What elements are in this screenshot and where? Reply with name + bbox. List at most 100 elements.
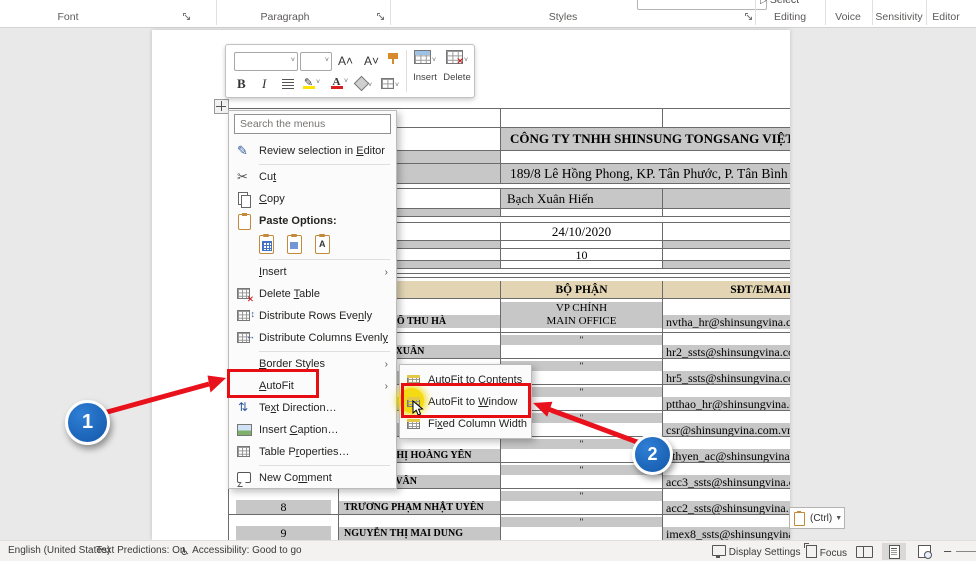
ribbon-group-editing: Editing [774, 11, 806, 23]
email-cell[interactable]: acc3_ssts@shinsungvina.com [663, 463, 790, 488]
web-layout-button[interactable] [912, 543, 936, 560]
table-cell[interactable] [663, 109, 790, 127]
ribbon-group-font: Font [57, 11, 78, 23]
table-cell[interactable] [501, 151, 790, 163]
employee-name-cell[interactable]: NGUYỄN THỊ MAI DUNG [339, 515, 501, 540]
table-cell[interactable] [663, 223, 790, 240]
table-move-handle-icon[interactable] [214, 99, 229, 114]
menu-item-cut[interactable]: Cut [229, 166, 396, 188]
table-row[interactable]: 9NGUYỄN THỊ MAI DUNG"imex8_ssts@shinsung… [229, 515, 790, 540]
menu-item-delete-table[interactable]: Delete Table [229, 283, 396, 305]
group-separator [825, 0, 826, 25]
font-color-button[interactable]: A˅ [330, 76, 348, 89]
menu-item-label: Insert [259, 266, 287, 278]
delete-table-button[interactable]: ˅ Delete [442, 50, 472, 83]
highlighter-button[interactable]: ✎˅ [302, 76, 320, 89]
date-cell[interactable]: 24/10/2020 [501, 223, 663, 240]
table-cell[interactable] [501, 261, 663, 268]
department-cell[interactable]: " [501, 489, 663, 514]
header-email-cell[interactable]: SĐT/EMAIL [663, 281, 790, 298]
shading-button[interactable]: ˅ [356, 78, 372, 92]
zoom-slider[interactable] [956, 551, 976, 552]
email-cell[interactable]: hr2_ssts@shinsungvina.com [663, 333, 790, 358]
group-separator [755, 0, 756, 25]
paragraph-dialog-launcher-icon[interactable] [376, 12, 386, 22]
table-cell[interactable] [663, 209, 790, 216]
table-cell[interactable] [663, 249, 790, 260]
table-cell[interactable] [663, 189, 790, 208]
menu-item-distribute-rows-evenly[interactable]: Distribute Rows Evenly [229, 305, 396, 327]
table-cell[interactable] [501, 109, 663, 127]
email-cell[interactable]: hr5_ssts@shinsungvina.com [663, 359, 790, 384]
department-cell[interactable]: " [501, 333, 663, 358]
focus-icon [806, 545, 817, 558]
styles-gallery-fragment [637, 0, 767, 10]
paste-text-only-icon[interactable]: A [313, 235, 332, 254]
menu-item-label: Table Properties… [259, 446, 350, 458]
paste-options-ctrl-button[interactable]: (Ctrl) ▼ [789, 507, 845, 529]
zoom-out-button[interactable]: – [944, 543, 951, 558]
email-cell[interactable]: nthyen_ac@shinsungvina.com [663, 437, 790, 462]
menu-item-label: Copy [259, 193, 285, 205]
menu-item-label: Delete Table [259, 288, 320, 300]
table-cell[interactable] [663, 241, 790, 248]
email-cell[interactable]: nvtha_hr@shinsungvina.com [663, 299, 790, 332]
menu-item-insert[interactable]: Insert› [229, 261, 396, 283]
font-dialog-launcher-icon[interactable] [182, 12, 192, 22]
insert-table-button[interactable]: ˅ Insert [410, 50, 440, 83]
menu-item-insert-caption[interactable]: Insert Caption… [229, 419, 396, 441]
count-cell[interactable]: 10 [501, 249, 663, 260]
table-row[interactable]: 8TRƯƠNG PHẠM NHẬT UYÊN"acc2_ssts@shinsun… [229, 489, 790, 515]
table-cell[interactable] [663, 261, 790, 268]
paste-table-icon[interactable] [257, 235, 276, 254]
caption-icon [236, 422, 252, 438]
department-cell[interactable]: VP CHÍNHMAIN OFFICE [501, 299, 663, 332]
format-painter-icon[interactable] [388, 53, 398, 67]
email-cell[interactable]: csr@shinsungvina.com.vn [663, 411, 790, 436]
font-name-dropdown[interactable]: ˅ [234, 52, 298, 71]
copy-icon [236, 191, 252, 207]
text-predictions-status[interactable]: Text Predictions: On [96, 545, 185, 556]
email-cell[interactable]: ptthao_hr@shinsungvina.com [663, 385, 790, 410]
menu-item-paste-options[interactable]: Paste Options: [229, 210, 396, 232]
focus-button[interactable]: Focus [806, 545, 847, 559]
company-name-cell[interactable]: CÔNG TY TNHH SHINSUNG TONGSANG VIỆT NAM [501, 128, 790, 150]
row-number-cell[interactable]: 8 [229, 489, 339, 514]
email-cell[interactable]: imex8_ssts@shinsungvina.com [663, 515, 790, 540]
accessibility-status[interactable]: ♿ Accessibility: Good to go [180, 545, 302, 558]
company-address-cell[interactable]: 189/8 Lê Hồng Phong, KP. Tân Phước, P. T… [501, 164, 790, 183]
table-cell[interactable] [501, 241, 663, 248]
chevron-down-icon: ▼ [835, 515, 842, 522]
menu-item-copy[interactable]: Copy [229, 188, 396, 210]
menu-item-table-properties[interactable]: Table Properties… [229, 441, 396, 463]
italic-button[interactable]: I [262, 76, 266, 92]
contact-name-cell[interactable]: Bạch Xuân Hiến [501, 189, 663, 208]
styles-dialog-launcher-icon[interactable] [744, 12, 754, 22]
line-spacing-icon[interactable] [282, 79, 294, 92]
menu-item-text-direction[interactable]: Text Direction… [229, 397, 396, 419]
language-status[interactable]: English (United States) [8, 545, 110, 556]
menu-item-new-comment[interactable]: New Comment [229, 467, 396, 489]
grow-font-button[interactable]: A˄ [338, 54, 353, 68]
print-layout-button[interactable] [882, 543, 906, 560]
menu-search-input[interactable]: Search the menus [234, 114, 391, 134]
menu-item-distribute-columns-evenly[interactable]: Distribute Columns Evenly [229, 327, 396, 349]
font-size-dropdown[interactable]: ˅ [300, 52, 332, 71]
borders-button[interactable]: ˅ [381, 78, 399, 92]
department-cell[interactable]: " [501, 515, 663, 540]
table-cell[interactable] [501, 209, 663, 216]
header-dept-cell[interactable]: BỘ PHẬN [501, 281, 663, 298]
paste-merge-icon[interactable] [285, 235, 304, 254]
delete-label: Delete [442, 72, 472, 83]
ribbon-strip: ▷Select Font Paragraph Styles Editing Vo… [0, 0, 976, 28]
read-mode-button[interactable] [852, 543, 876, 560]
display-settings-button[interactable]: Display Settings [712, 545, 800, 558]
bold-button[interactable]: B [237, 76, 246, 92]
menu-item-review-selection-in-editor[interactable]: Review selection in Editor [229, 140, 396, 162]
shrink-font-button[interactable]: A˅ [364, 54, 379, 68]
insert-table-icon [414, 50, 431, 64]
email-cell[interactable]: acc2_ssts@shinsungvina.com [663, 489, 790, 514]
select-button[interactable]: ▷Select [760, 0, 799, 6]
employee-name-cell[interactable]: TRƯƠNG PHẠM NHẬT UYÊN [339, 489, 501, 514]
row-number-cell[interactable]: 9 [229, 515, 339, 540]
